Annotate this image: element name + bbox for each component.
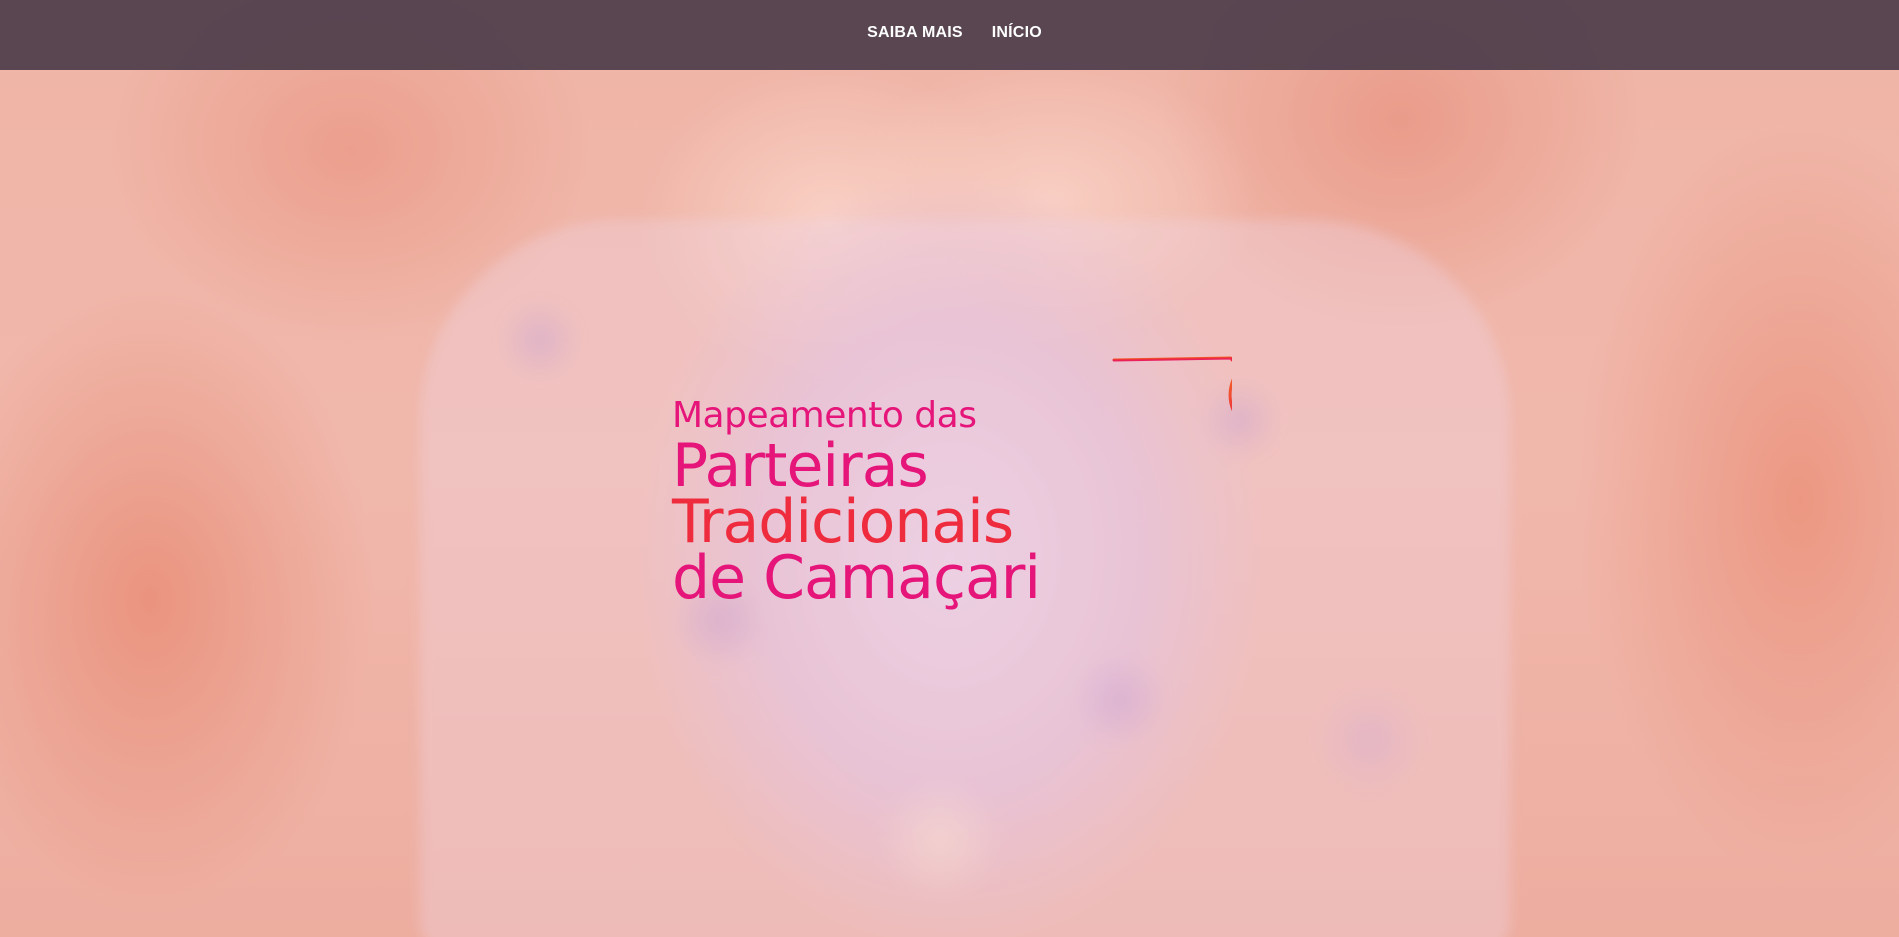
top-navigation-bar: SAIBA MAIS INÍCIO: [0, 0, 1899, 70]
main-nav: SAIBA MAIS INÍCIO: [867, 24, 1042, 42]
site-logo[interactable]: Mapeamento das Parteiras Tradicionais de…: [672, 308, 1232, 628]
nav-link-saiba-mais[interactable]: SAIBA MAIS: [867, 24, 963, 42]
nav-link-inicio[interactable]: INÍCIO: [992, 24, 1042, 42]
hummingbird-icon: [1112, 356, 1232, 411]
page: SAIBA MAIS INÍCIO Mapeamento das Parteir…: [0, 0, 1899, 937]
